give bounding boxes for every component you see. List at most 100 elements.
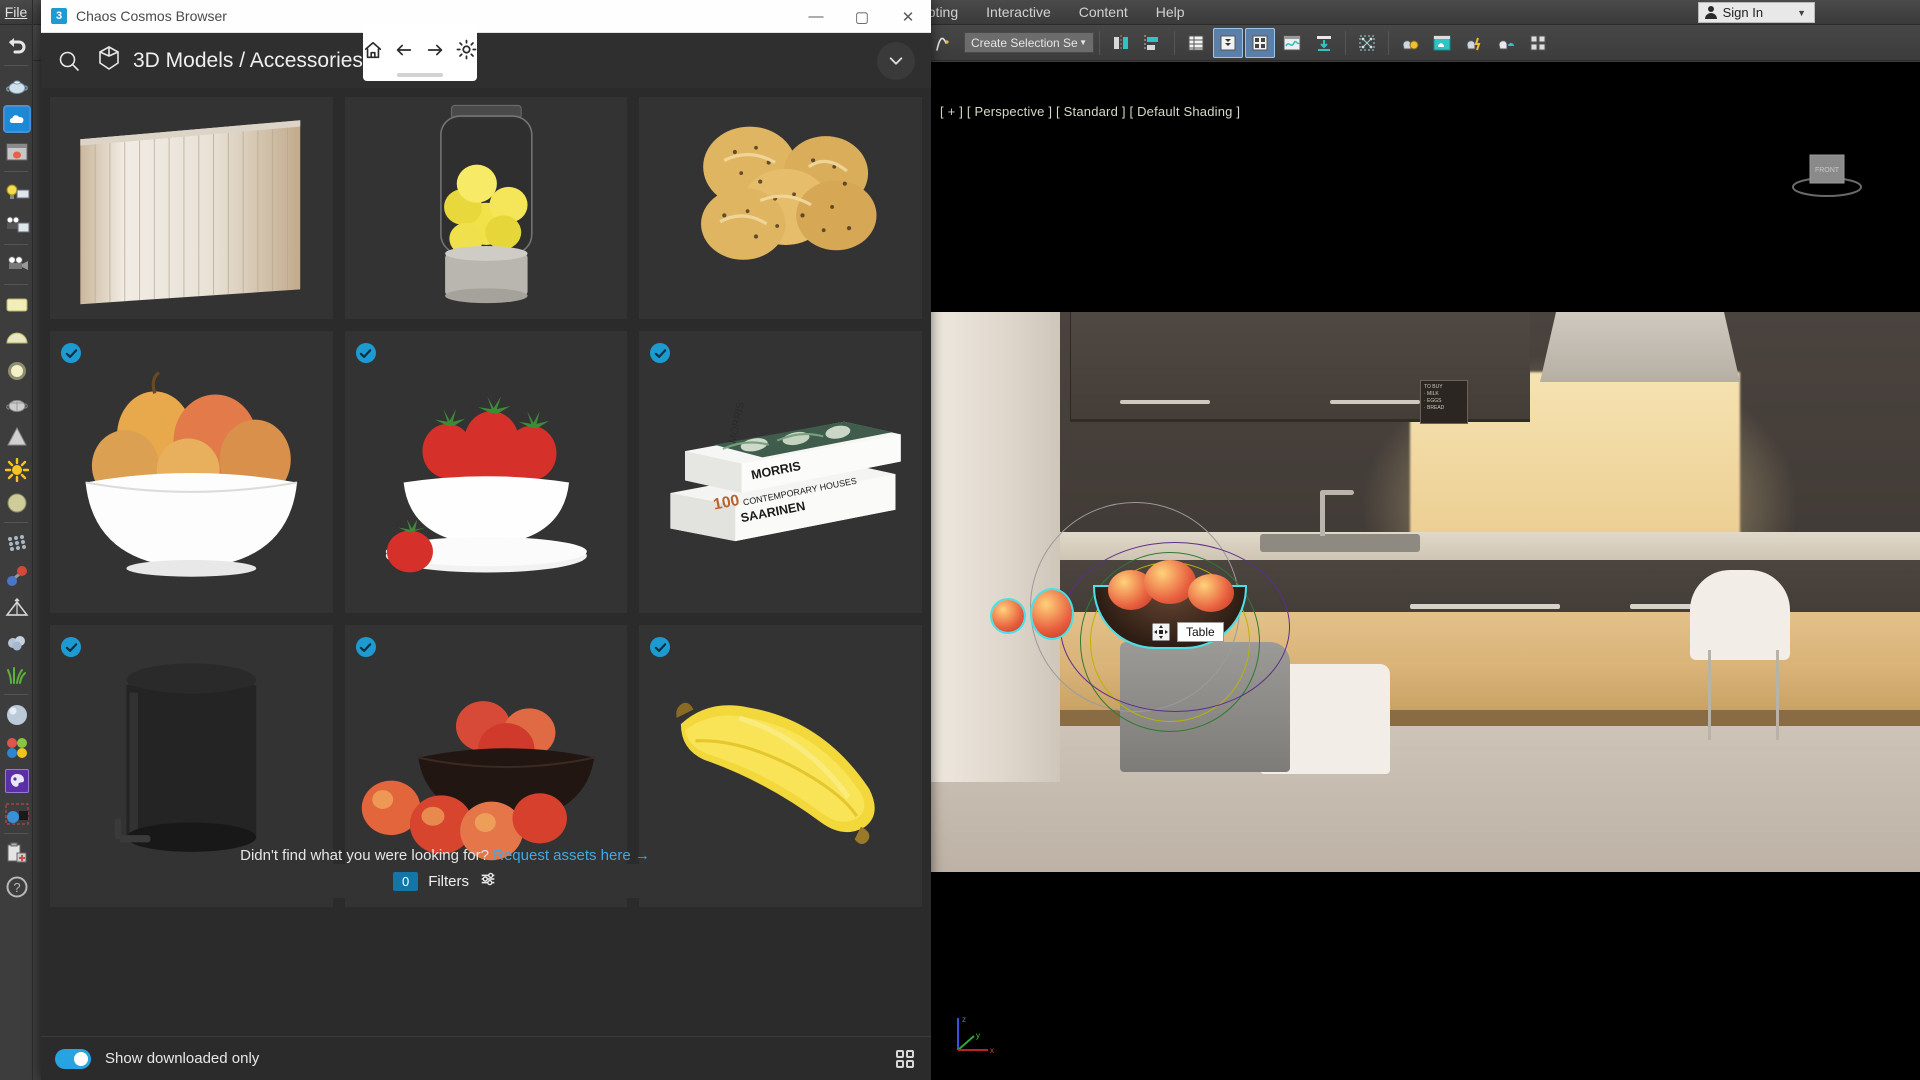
material-editor-icon[interactable]: [1395, 28, 1425, 58]
schematic-view-icon[interactable]: [1309, 28, 1339, 58]
molecule-icon[interactable]: [0, 559, 33, 592]
material-sphere-icon[interactable]: [0, 698, 33, 731]
filters-bar[interactable]: 0 Filters: [50, 864, 840, 898]
curve-editor-icon[interactable]: [929, 28, 959, 58]
grid-pattern-icon[interactable]: [0, 526, 33, 559]
rendered-frame-icon[interactable]: [1459, 28, 1489, 58]
filters-label: Filters: [428, 873, 469, 890]
asset-grid-area[interactable]: MORRIS MORRIS 100 CONTEMPORARY HOUSES SA…: [41, 88, 931, 944]
undo-icon[interactable]: [0, 29, 33, 62]
maximize-button[interactable]: ▢: [839, 0, 885, 33]
sun-icon[interactable]: [0, 453, 33, 486]
render-setup-icon[interactable]: [1427, 28, 1457, 58]
cosmos-bottom-bar[interactable]: Show downloaded only: [41, 1036, 931, 1080]
sphere-icon[interactable]: [0, 486, 33, 519]
chevron-down-icon[interactable]: [877, 42, 915, 80]
pyramid-wire-icon[interactable]: [0, 592, 33, 625]
pear-bowl-thumbnail: [50, 331, 333, 613]
asset-card[interactable]: MORRIS MORRIS 100 CONTEMPORARY HOUSES SA…: [639, 331, 922, 613]
clipboard-icon[interactable]: [0, 837, 33, 870]
request-assets-link[interactable]: Request assets here →: [493, 847, 650, 864]
menu-item-file[interactable]: File: [0, 0, 32, 25]
plane-light-icon[interactable]: [0, 288, 33, 321]
dome-light-icon[interactable]: [0, 321, 33, 354]
menu-item-help[interactable]: Help: [1142, 0, 1199, 25]
curve-editor-2-icon[interactable]: [1277, 28, 1307, 58]
layer-manager-icon[interactable]: [1181, 28, 1211, 58]
morpher-icon[interactable]: [1352, 28, 1382, 58]
light-setup-icon[interactable]: [0, 175, 33, 208]
mirror-icon[interactable]: [1106, 28, 1136, 58]
viewport-label: [ + ] [ Perspective ] [ Standard ] [ Def…: [940, 104, 1240, 119]
scene-explorer-icon[interactable]: [1213, 28, 1243, 58]
breadcrumb[interactable]: 3D Models / Accessories: [97, 45, 363, 77]
back-arrow-icon[interactable]: [394, 40, 414, 65]
search-icon[interactable]: [41, 33, 97, 88]
grid-view-icon[interactable]: [895, 1049, 915, 1074]
render-frame-icon[interactable]: [0, 135, 33, 168]
asset-card[interactable]: [345, 331, 628, 613]
breadcrumb-label: 3D Models / Accessories: [133, 49, 363, 73]
proxy-icon[interactable]: [0, 797, 33, 830]
move-gizmo-icon[interactable]: [1152, 623, 1170, 641]
camera-icon[interactable]: [0, 248, 33, 281]
mesh-teapot-icon[interactable]: [0, 387, 33, 420]
person-icon: [1705, 6, 1717, 19]
asset-card[interactable]: [50, 97, 333, 319]
settings-gear-icon[interactable]: [456, 39, 477, 65]
viewport[interactable]: [ + ] [ Perspective ] [ Standard ] [ Def…: [930, 62, 1920, 1080]
cone-icon[interactable]: [0, 420, 33, 453]
downloaded-badge-icon: [356, 637, 376, 657]
sign-in-label: Sign In: [1723, 5, 1763, 20]
show-downloaded-toggle[interactable]: [55, 1049, 91, 1069]
cosmos-browser-window[interactable]: 3 Chaos Cosmos Browser — ▢ ✕ 3D Models /…: [41, 0, 931, 1080]
show-downloaded-label: Show downloaded only: [105, 1050, 259, 1067]
viewcube[interactable]: FRONT: [1782, 137, 1872, 207]
home-icon[interactable]: [363, 40, 383, 65]
forward-arrow-icon[interactable]: [425, 40, 445, 65]
color-swatches-icon[interactable]: [0, 731, 33, 764]
cosmos-window-title: Chaos Cosmos Browser: [76, 8, 227, 24]
menu-item-content[interactable]: Content: [1065, 0, 1142, 25]
sphere-light-icon[interactable]: [0, 354, 33, 387]
vray-palette-icon[interactable]: [0, 764, 33, 797]
downloaded-badge-icon: [356, 343, 376, 363]
bread-rolls-thumbnail: [639, 97, 922, 319]
render-production-icon[interactable]: [1491, 28, 1521, 58]
navigation-pill[interactable]: [363, 23, 477, 81]
filters-count-badge: 0: [393, 872, 418, 891]
downloaded-badge-icon: [61, 637, 81, 657]
left-toolbar[interactable]: File: [0, 0, 33, 1080]
sign-in-button[interactable]: Sign In ▼: [1698, 2, 1815, 23]
cosmos-header: 3D Models / Accessories: [41, 33, 931, 88]
selection-set-value: Create Selection Se: [971, 36, 1078, 50]
pill-grip[interactable]: [397, 73, 443, 77]
asset-card[interactable]: [345, 97, 628, 319]
viewcube-face-label: FRONT: [1815, 167, 1840, 174]
toggle-knob: [74, 1052, 88, 1066]
camera-setup-icon[interactable]: [0, 208, 33, 241]
cosmos-cloud-icon[interactable]: [0, 102, 33, 135]
grass-icon[interactable]: [0, 658, 33, 691]
cloud-particles-icon[interactable]: [0, 625, 33, 658]
asset-card[interactable]: [639, 97, 922, 319]
cosmos-titlebar[interactable]: 3 Chaos Cosmos Browser — ▢ ✕: [41, 0, 931, 33]
minimize-button[interactable]: —: [793, 0, 839, 33]
svg-text:x: x: [990, 1046, 994, 1055]
render-in-cloud-icon[interactable]: [1523, 28, 1553, 58]
help-icon[interactable]: ?: [0, 870, 33, 903]
svg-text:z: z: [962, 1015, 966, 1024]
align-icon[interactable]: [1138, 28, 1168, 58]
menu-item-interactive[interactable]: Interactive: [972, 0, 1065, 25]
window-controls[interactable]: — ▢ ✕: [793, 0, 931, 33]
asset-card[interactable]: [50, 331, 333, 613]
ribbon-icon[interactable]: [1245, 28, 1275, 58]
asset-grid: MORRIS MORRIS 100 CONTEMPORARY HOUSES SA…: [41, 88, 931, 907]
curtain-thumbnail: [50, 97, 333, 319]
apple-object-1[interactable]: [992, 600, 1024, 632]
apple-object-2[interactable]: [1032, 590, 1072, 638]
teapot-icon[interactable]: [0, 69, 33, 102]
selection-set-combo[interactable]: Create Selection Se ▼: [964, 32, 1094, 53]
close-button[interactable]: ✕: [885, 0, 931, 33]
sliders-icon[interactable]: [479, 870, 497, 893]
